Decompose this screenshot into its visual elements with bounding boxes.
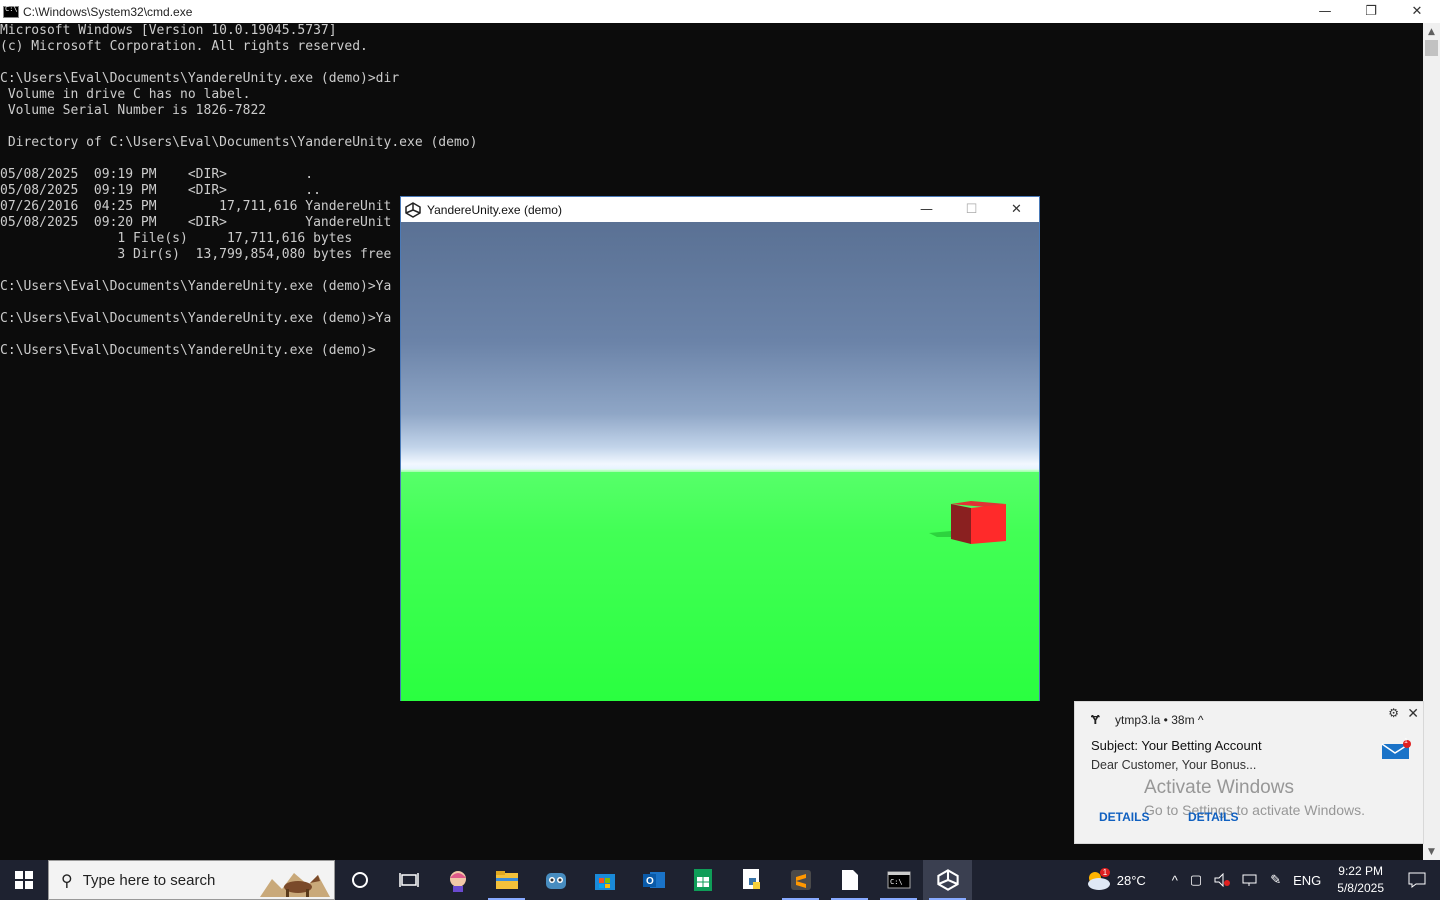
unity-minimize-button[interactable]: — <box>904 197 949 222</box>
search-highlight-art-icon <box>260 873 330 897</box>
cortana-icon[interactable] <box>335 860 384 900</box>
anime-app-icon[interactable] <box>433 860 482 900</box>
toast-close-icon[interactable]: ✕ <box>1407 705 1419 722</box>
search-placeholder: Type here to search <box>82 871 216 889</box>
notification-toast[interactable]: Ɏ ytmp3.la • 38m ^ ⚙ ✕ Subject: Your Bet… <box>1074 701 1424 844</box>
svg-text:O: O <box>646 876 654 887</box>
cmd-line <box>0 119 1424 135</box>
cmd-line <box>0 55 1424 71</box>
cmd-line: (c) Microsoft Corporation. All rights re… <box>0 39 368 54</box>
unity-window-title: YandereUnity.exe (demo) <box>427 202 562 217</box>
red-cube <box>929 501 1006 544</box>
activate-windows-subtext: Go to Settings to activate Windows. <box>1144 802 1365 818</box>
toast-body: Dear Customer, Your Bonus... <box>1091 758 1257 772</box>
unity-titlebar[interactable]: YandereUnity.exe (demo) — ☐ ✕ <box>401 197 1039 222</box>
cmd-line: Directory of C:\Users\Eval\Documents\Yan… <box>0 135 478 150</box>
python-file-icon[interactable] <box>727 860 776 900</box>
weather-widget[interactable]: 1 28°C <box>1079 860 1152 900</box>
unity-game-window[interactable]: YandereUnity.exe (demo) — ☐ ✕ <box>400 196 1040 701</box>
unity-logo-icon <box>405 201 421 218</box>
volume-muted-icon[interactable] <box>1208 860 1236 900</box>
taskbar-search-box[interactable]: ⚲ Type here to search <box>48 860 335 900</box>
activate-windows-watermark: Activate Windows <box>1144 777 1294 798</box>
system-tray: 1 28°C ^ ▢ ✎ ENG 9:22 PM 5/8/2025 <box>1079 860 1440 900</box>
scroll-thumb[interactable] <box>1425 40 1438 56</box>
file-explorer-icon[interactable] <box>482 860 531 900</box>
weather-badge: 1 <box>1099 868 1111 877</box>
cmd-line: 05/08/2025 09:19 PM <DIR> . <box>0 167 314 182</box>
cmd-line <box>0 151 1424 167</box>
ytmp3-app-icon: Ɏ <box>1091 712 1100 727</box>
cmd-line: C:\Users\Eval\Documents\YandereUnity.exe… <box>0 71 400 86</box>
svg-text:C:\: C:\ <box>890 878 903 886</box>
cmd-restore-button[interactable]: ❐ <box>1348 0 1394 23</box>
taskbar-clock[interactable]: 9:22 PM 5/8/2025 <box>1327 863 1394 897</box>
cmd-line: Volume in drive C has no label. <box>0 87 251 102</box>
game-viewport[interactable] <box>401 222 1039 701</box>
notepad-icon[interactable] <box>825 860 874 900</box>
action-center-icon[interactable] <box>1394 860 1440 900</box>
toast-details-button-2[interactable]: DETAILS <box>1188 810 1238 824</box>
unity-close-button[interactable]: ✕ <box>994 197 1039 222</box>
toast-settings-gear-icon[interactable]: ⚙ <box>1388 706 1399 720</box>
google-sheets-icon[interactable] <box>678 860 727 900</box>
unity-taskbar-icon[interactable] <box>923 860 972 900</box>
clock-time: 9:22 PM <box>1338 864 1383 878</box>
scroll-down-arrow-icon[interactable]: ▼ <box>1423 843 1440 860</box>
toast-app-name: ytmp3.la • 38m ^ <box>1115 713 1204 727</box>
toast-subject: Subject: Your Betting Account <box>1091 738 1262 753</box>
cmd-titlebar[interactable]: C:\Windows\System32\cmd.exe — ❐ ✕ <box>0 0 1440 23</box>
weather-temperature: 28°C <box>1116 872 1146 888</box>
search-icon: ⚲ <box>61 870 73 890</box>
meet-now-icon[interactable]: ▢ <box>1184 860 1208 900</box>
network-icon[interactable] <box>1236 860 1264 900</box>
outlook-icon[interactable]: O <box>629 860 678 900</box>
task-view-icon[interactable] <box>384 860 433 900</box>
show-hidden-icons-chevron-icon[interactable]: ^ <box>1166 860 1184 900</box>
microsoft-store-icon[interactable] <box>580 860 629 900</box>
cmd-scrollbar[interactable]: ▲ ▼ <box>1423 23 1440 860</box>
godot-icon[interactable] <box>531 860 580 900</box>
start-button[interactable] <box>0 860 48 900</box>
toast-mail-badge: 1 <box>1404 738 1408 745</box>
taskbar: ⚲ Type here to search O C:\ 1 28°C ^ ▢ ✎… <box>0 860 1440 900</box>
cmd-window-title: C:\Windows\System32\cmd.exe <box>23 4 193 19</box>
scroll-up-arrow-icon[interactable]: ▲ <box>1423 23 1440 40</box>
cmd-line: Volume Serial Number is 1826-7822 <box>0 103 267 118</box>
cmd-app-icon <box>3 5 19 18</box>
sublime-text-icon[interactable] <box>776 860 825 900</box>
unity-maximize-button[interactable]: ☐ <box>949 197 994 222</box>
input-language[interactable]: ENG <box>1287 860 1327 900</box>
cmd-line: Microsoft Windows [Version 10.0.19045.57… <box>0 23 337 38</box>
cmd-close-button[interactable]: ✕ <box>1394 0 1440 23</box>
toast-details-button-1[interactable]: DETAILS <box>1099 810 1149 824</box>
cmd-minimize-button[interactable]: — <box>1302 0 1348 23</box>
clock-date: 5/8/2025 <box>1337 881 1384 895</box>
pen-workspace-icon[interactable]: ✎ <box>1264 860 1287 900</box>
horizon-line <box>401 469 1039 472</box>
windows-logo-icon <box>15 871 33 889</box>
command-prompt-icon[interactable]: C:\ <box>874 860 923 900</box>
